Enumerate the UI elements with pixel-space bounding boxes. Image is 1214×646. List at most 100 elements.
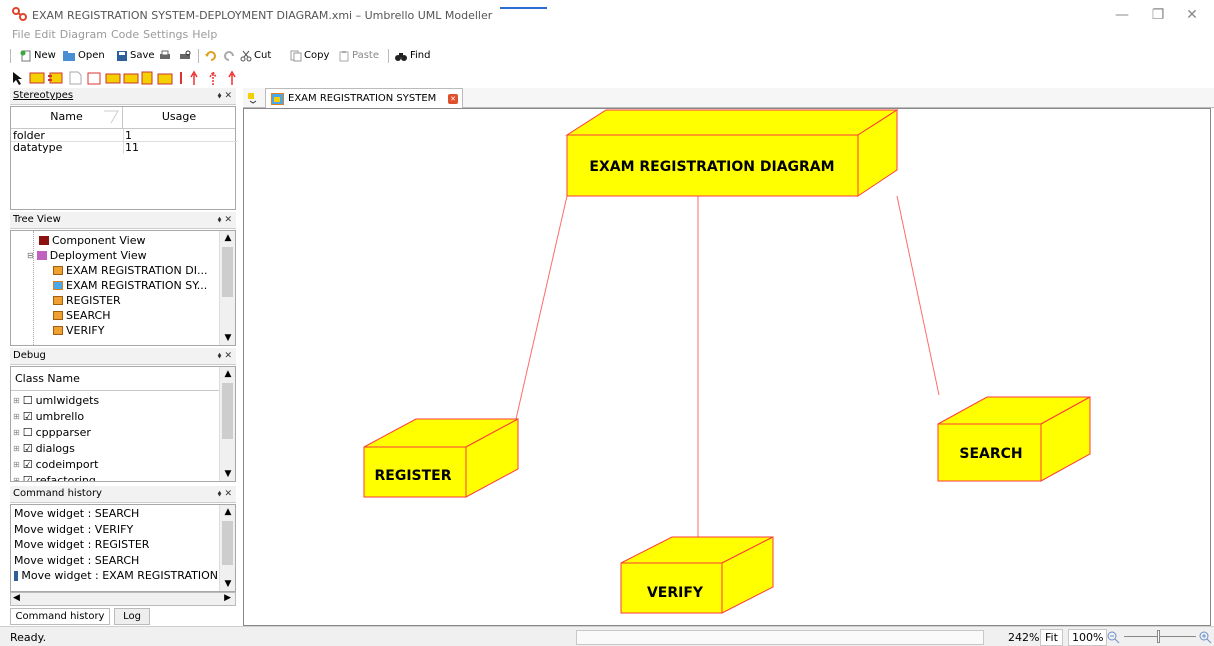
paste-button[interactable]: Paste <box>338 48 379 64</box>
class-name-header[interactable]: Class Name <box>11 367 219 391</box>
stereotypes-header: Stereotypes ⬧ ✕ <box>10 88 236 105</box>
panel-float-close-icon[interactable]: ⬧ ✕ <box>218 88 232 104</box>
zoom-100-button[interactable]: 100% <box>1068 629 1108 646</box>
debug-item[interactable]: ⊞ ☑ refactoring <box>13 473 96 481</box>
dependency-arrow-icon[interactable] <box>209 70 217 85</box>
checkbox[interactable]: ☑ <box>23 458 33 471</box>
menu-file[interactable]: File <box>0 26 32 44</box>
minimize-button[interactable]: — <box>1102 4 1142 26</box>
scroll-thumb[interactable] <box>222 247 233 297</box>
history-item[interactable]: Move widget : SEARCH <box>14 506 218 522</box>
checkbox[interactable]: ☑ <box>23 442 33 455</box>
stereotype-row-usage[interactable]: 1 <box>125 130 235 141</box>
zoom-out-icon[interactable] <box>1106 630 1120 644</box>
association-edge[interactable] <box>515 195 568 420</box>
tree-item-component-view[interactable]: Component View <box>39 233 145 248</box>
component-tool-icon[interactable] <box>48 72 63 84</box>
fit-button[interactable]: Fit <box>1040 629 1063 646</box>
menu-settings[interactable]: Settings <box>141 26 190 44</box>
save-button[interactable]: Save <box>116 48 155 64</box>
checkbox[interactable]: ☐ <box>23 426 33 439</box>
scroll-right-icon[interactable]: ▶ <box>224 593 231 603</box>
tab-close-icon[interactable]: ✕ <box>448 94 458 104</box>
panel-float-close-icon[interactable]: ⬧ ✕ <box>218 486 232 502</box>
scroll-left-icon[interactable]: ◀ <box>13 593 20 603</box>
node-register[interactable]: REGISTER <box>363 418 519 498</box>
column-usage-header[interactable]: Usage <box>123 107 235 129</box>
debug-item[interactable]: ⊞ ☑ dialogs <box>13 441 75 456</box>
tab-exam-registration-system[interactable]: EXAM REGISTRATION SYSTEM ✕ <box>265 88 463 109</box>
zoom-slider-handle[interactable] <box>1157 630 1160 643</box>
tab-log[interactable]: Log <box>114 608 150 625</box>
tree-item-deployment-view[interactable]: ⊟ Deployment View <box>27 248 147 263</box>
diagram-canvas[interactable]: EXAM REGISTRATION DIAGRAM REGISTER VERIF… <box>243 108 1211 626</box>
menu-diagram[interactable]: Diagram <box>58 26 109 44</box>
debug-item[interactable]: ⊞ ☑ codeimport <box>13 457 98 472</box>
datatype-tool-icon[interactable] <box>157 73 173 85</box>
collapse-icon[interactable]: ⊟ <box>27 251 34 260</box>
realization-arrow-icon[interactable] <box>228 70 236 85</box>
scroll-up-icon[interactable]: ▲ <box>221 367 235 381</box>
scroll-up-icon[interactable]: ▲ <box>221 505 235 519</box>
interface-tool-icon[interactable] <box>123 73 139 84</box>
checkbox[interactable]: ☐ <box>23 394 33 407</box>
scroll-thumb[interactable] <box>222 383 233 439</box>
select-arrow-icon[interactable] <box>13 72 22 85</box>
association-arrow-icon[interactable] <box>190 70 198 85</box>
history-item[interactable]: Move widget : REGISTER <box>14 537 218 553</box>
tree-item-verify[interactable]: VERIFY <box>53 323 104 338</box>
menu-edit[interactable]: Edit <box>32 26 57 44</box>
stereotype-row-name[interactable]: folder <box>13 130 123 141</box>
rectangle-tool-icon[interactable] <box>87 72 101 85</box>
node-exam-registration-diagram[interactable]: EXAM REGISTRATION DIAGRAM <box>565 109 899 197</box>
history-item[interactable]: Move widget : SEARCH <box>14 553 218 569</box>
node-verify[interactable]: VERIFY <box>620 536 774 614</box>
artifact-tool-icon[interactable] <box>69 71 82 85</box>
association-edge[interactable] <box>896 195 940 396</box>
scroll-down-icon[interactable]: ▼ <box>221 331 235 345</box>
debug-item[interactable]: ⊞ ☐ cppparser <box>13 425 91 440</box>
redo-button[interactable] <box>222 48 236 64</box>
horizontal-scrollbar[interactable]: ◀ ▶ <box>10 592 236 606</box>
zoom-in-icon[interactable] <box>1198 630 1212 644</box>
checkbox[interactable]: ☑ <box>23 410 33 423</box>
class-tool-icon[interactable] <box>105 73 121 84</box>
tree-view-scrollbar[interactable]: ▲ ▼ <box>219 231 235 345</box>
print-preview-button[interactable] <box>178 48 192 64</box>
print-button[interactable] <box>158 48 172 64</box>
panel-float-close-icon[interactable]: ⬧ ✕ <box>218 212 232 228</box>
command-history-scrollbar[interactable]: ▲ ▼ <box>219 505 235 591</box>
menu-code[interactable]: Code <box>109 26 141 44</box>
scroll-down-icon[interactable]: ▼ <box>221 577 235 591</box>
debug-item[interactable]: ⊞ ☑ umbrello <box>13 409 84 424</box>
zoom-slider[interactable] <box>1124 636 1196 637</box>
find-button[interactable]: Find <box>394 48 431 64</box>
node-search[interactable]: SEARCH <box>937 396 1091 482</box>
tree-item-exam-registration-diagram[interactable]: EXAM REGISTRATION DI... <box>53 263 207 278</box>
scroll-up-icon[interactable]: ▲ <box>221 231 235 245</box>
stereotype-row-name[interactable]: datatype <box>13 142 123 153</box>
debug-item[interactable]: ⊞ ☐ umlwidgets <box>13 393 99 408</box>
tab-command-history[interactable]: Command history <box>10 608 110 625</box>
tree-item-register[interactable]: REGISTER <box>53 293 121 308</box>
tree-item-search[interactable]: SEARCH <box>53 308 111 323</box>
new-button[interactable]: New <box>20 48 56 64</box>
open-button[interactable]: Open <box>62 48 105 64</box>
panel-float-close-icon[interactable]: ⬧ ✕ <box>218 348 232 364</box>
scroll-thumb[interactable] <box>222 521 233 565</box>
close-button[interactable]: ✕ <box>1172 4 1212 26</box>
copy-button[interactable]: Copy <box>290 48 329 64</box>
history-item-current[interactable]: Move widget : EXAM REGISTRATION <box>14 568 218 584</box>
tab-menu-icon[interactable] <box>247 92 259 104</box>
stereotype-row-usage[interactable]: 11 <box>125 142 235 153</box>
menu-help[interactable]: Help <box>190 26 219 44</box>
port-tool-icon[interactable] <box>141 71 153 85</box>
scroll-down-icon[interactable]: ▼ <box>221 467 235 481</box>
tree-item-exam-registration-system[interactable]: EXAM REGISTRATION SY... <box>53 278 207 293</box>
node-tool-icon[interactable] <box>29 72 45 84</box>
history-item[interactable]: Move widget : VERIFY <box>14 522 218 538</box>
cut-button[interactable]: Cut <box>240 48 271 64</box>
checkbox[interactable]: ☑ <box>23 474 33 481</box>
undo-button[interactable] <box>204 48 218 64</box>
debug-scrollbar[interactable]: ▲ ▼ <box>219 367 235 481</box>
